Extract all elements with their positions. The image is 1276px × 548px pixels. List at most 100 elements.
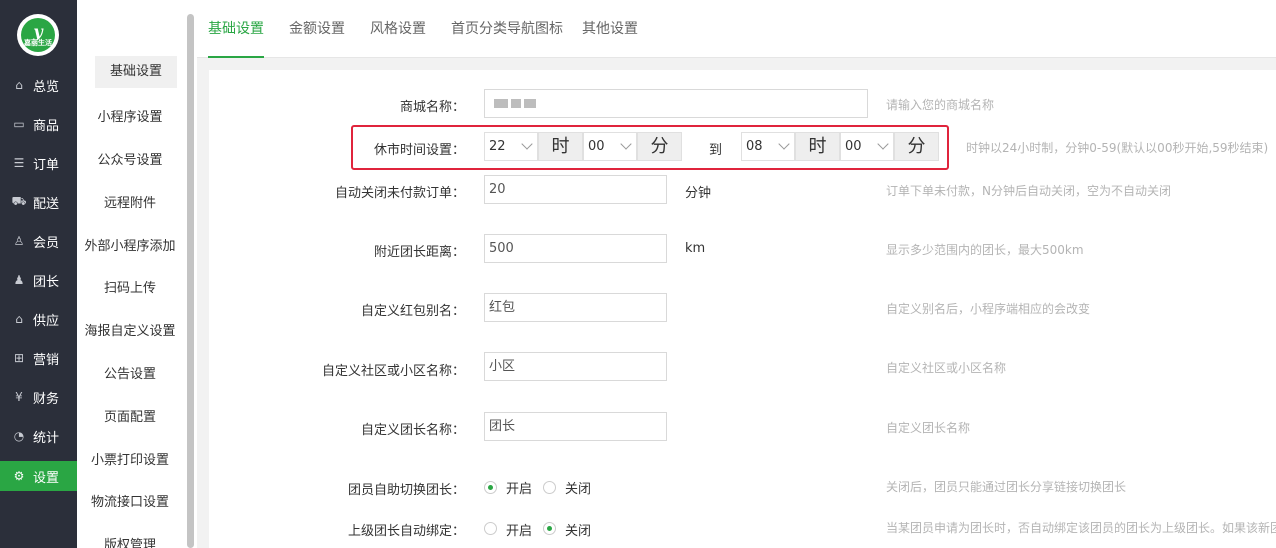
submenu-item-label: 物流接口设置	[90, 494, 169, 510]
end-hour-value: 08	[746, 139, 763, 154]
self-switch-on-radio[interactable]	[484, 481, 497, 494]
submenu-item-label: 页面配置	[103, 409, 156, 425]
nav-item-label: 设置	[33, 470, 60, 486]
chart-icon: ◔	[13, 429, 25, 443]
end-minute-value: 00	[845, 139, 862, 154]
close-time-label: 休市时间设置：	[373, 143, 465, 158]
shop-name-label: 商城名称：	[399, 100, 465, 115]
home-icon: ⌂	[15, 78, 23, 92]
order-icon: ☰	[13, 156, 25, 170]
nearby-distance-unit: km	[685, 241, 706, 256]
nav-item-9[interactable]: ◔ 统计	[0, 421, 77, 451]
submenu-item-label: 公众号设置	[97, 152, 163, 168]
tab-0[interactable]: 基础设置	[208, 0, 264, 58]
auto-bind-off-radio[interactable]	[543, 522, 556, 535]
supply-icon: ⌂	[15, 312, 23, 326]
submenu-item-8[interactable]: 页面配置	[77, 399, 183, 431]
start-minute-value: 00	[588, 139, 605, 154]
nav-item-10[interactable]: ⚙ 设置	[0, 461, 77, 491]
auto-bind-on-label[interactable]: 开启	[506, 520, 532, 539]
submenu-item-4[interactable]: 外部小程序添加	[77, 228, 183, 260]
nav-item-6[interactable]: ⌂ 供应	[0, 304, 77, 334]
start-hour-value: 22	[489, 139, 506, 154]
community-name-label: 自定义社区或小区名称：	[321, 364, 465, 379]
nav-item-7[interactable]: ⊞ 营销	[0, 343, 77, 373]
brand-logo-glyph: y	[33, 21, 43, 41]
redpack-alias-input[interactable]: 红包	[484, 293, 667, 322]
self-switch-off-label[interactable]: 关闭	[565, 478, 591, 497]
submenu-item-1[interactable]: 小程序设置	[77, 99, 183, 131]
main-nav: y 嘉丽生活 ⌂ 总览 ▭ 商品 ☰ 订单 ⛟ 配送 ♙ 会员 ♟ 团长 ⌂ 供应 ⊞ 营销 ¥ 财务 ◔ 统计 ⚙ 设置	[0, 0, 77, 548]
redpack-alias-label: 自定义红包别名：	[360, 304, 465, 319]
submenu-item-11[interactable]: 版权管理	[77, 527, 183, 548]
submenu-item-9[interactable]: 小票打印设置	[77, 442, 183, 474]
gift-icon: ⊞	[13, 351, 25, 365]
auto-close-input[interactable]: 20	[484, 175, 667, 204]
end-hour-select[interactable]: 08	[741, 132, 795, 161]
start-hour-select[interactable]: 22	[484, 132, 538, 161]
nav-item-label: 总览	[33, 79, 60, 95]
tab-4[interactable]: 其他设置	[582, 0, 638, 58]
start-minute-select[interactable]: 00	[583, 132, 637, 161]
submenu-item-5[interactable]: 扫码上传	[77, 270, 183, 302]
auto-close-label: 自动关闭未付款订单：	[334, 186, 465, 201]
leader-name-input[interactable]: 团长	[484, 412, 667, 441]
submenu-scrollbar[interactable]	[183, 0, 197, 548]
nav-item-1[interactable]: ▭ 商品	[0, 109, 77, 139]
nav-item-label: 供应	[33, 313, 60, 329]
submenu-item-label: 扫码上传	[103, 280, 156, 296]
tab-1[interactable]: 金额设置	[289, 0, 345, 58]
submenu-item-label: 基础设置	[95, 56, 177, 88]
nav-item-5[interactable]: ♟ 团长	[0, 265, 77, 295]
redacted-shop-name	[494, 97, 544, 108]
brand-logo[interactable]: y 嘉丽生活	[17, 14, 59, 56]
nav-item-3[interactable]: ⛟ 配送	[0, 187, 77, 217]
nav-item-4[interactable]: ♙ 会员	[0, 226, 77, 256]
nav-item-0[interactable]: ⌂ 总览	[0, 70, 77, 100]
end-minute-select[interactable]: 00	[840, 132, 894, 161]
auto-bind-off-label[interactable]: 关闭	[565, 520, 591, 539]
self-switch-off-radio[interactable]	[543, 481, 556, 494]
nav-item-label: 商品	[33, 118, 60, 134]
nearby-distance-hint: 显示多少范围内的团长，最大500km	[886, 243, 1084, 257]
to-label: 到	[709, 143, 723, 158]
nav-item-8[interactable]: ¥ 财务	[0, 382, 77, 412]
submenu-item-label: 外部小程序添加	[84, 238, 176, 254]
submenu-item-7[interactable]: 公告设置	[77, 356, 183, 388]
nearby-distance-input[interactable]: 500	[484, 234, 667, 263]
self-switch-on-label[interactable]: 开启	[506, 478, 532, 497]
submenu-item-label: 海报自定义设置	[84, 323, 176, 339]
end-minute-unit: 分	[894, 132, 939, 161]
submenu-item-6[interactable]: 海报自定义设置	[77, 313, 183, 345]
tab-2[interactable]: 风格设置	[370, 0, 426, 58]
shop-name-hint: 请输入您的商城名称	[886, 98, 995, 112]
scrollbar-thumb[interactable]	[187, 14, 194, 548]
submenu-item-0[interactable]: 基础设置	[77, 56, 183, 88]
chevron-down-icon	[778, 138, 790, 150]
auto-close-unit: 分钟	[685, 186, 712, 201]
settings-tabs: 基础设置 金额设置 风格设置 首页分类导航图标 其他设置	[197, 0, 1276, 58]
self-switch-hint: 关闭后，团员只能通过团长分享链接切换团长	[886, 480, 1127, 494]
nav-item-2[interactable]: ☰ 订单	[0, 148, 77, 178]
tab-3[interactable]: 首页分类导航图标	[451, 0, 563, 58]
brand-logo-mark: y 嘉丽生活	[21, 18, 55, 52]
submenu-item-label: 小程序设置	[97, 109, 163, 125]
submenu-item-10[interactable]: 物流接口设置	[77, 484, 183, 516]
user-icon: ♙	[13, 234, 25, 248]
gear-icon: ⚙	[13, 469, 25, 483]
auto-bind-on-radio[interactable]	[484, 522, 497, 535]
community-name-input[interactable]: 小区	[484, 352, 667, 381]
nav-item-label: 营销	[33, 352, 60, 368]
settings-submenu: 基础设置小程序设置公众号设置远程附件外部小程序添加 扫码上传海报自定义设置 公告设置…	[77, 0, 183, 548]
submenu-item-3[interactable]: 远程附件	[77, 185, 183, 217]
submenu-item-2[interactable]: 公众号设置	[77, 142, 183, 174]
submenu-item-label: 公告设置	[103, 366, 156, 382]
start-minute-unit: 分	[637, 132, 682, 161]
leader-name-hint: 自定义团长名称	[886, 421, 971, 435]
chevron-down-icon	[620, 138, 632, 150]
nav-item-label: 会员	[33, 235, 60, 251]
auto-close-hint: 订单下单未付款，N分钟后自动关闭，空为不自动关闭	[886, 184, 1171, 198]
nav-item-label: 统计	[33, 430, 60, 446]
community-name-hint: 自定义社区或小区名称	[886, 361, 1007, 375]
truck-icon: ⛟	[11, 194, 27, 208]
